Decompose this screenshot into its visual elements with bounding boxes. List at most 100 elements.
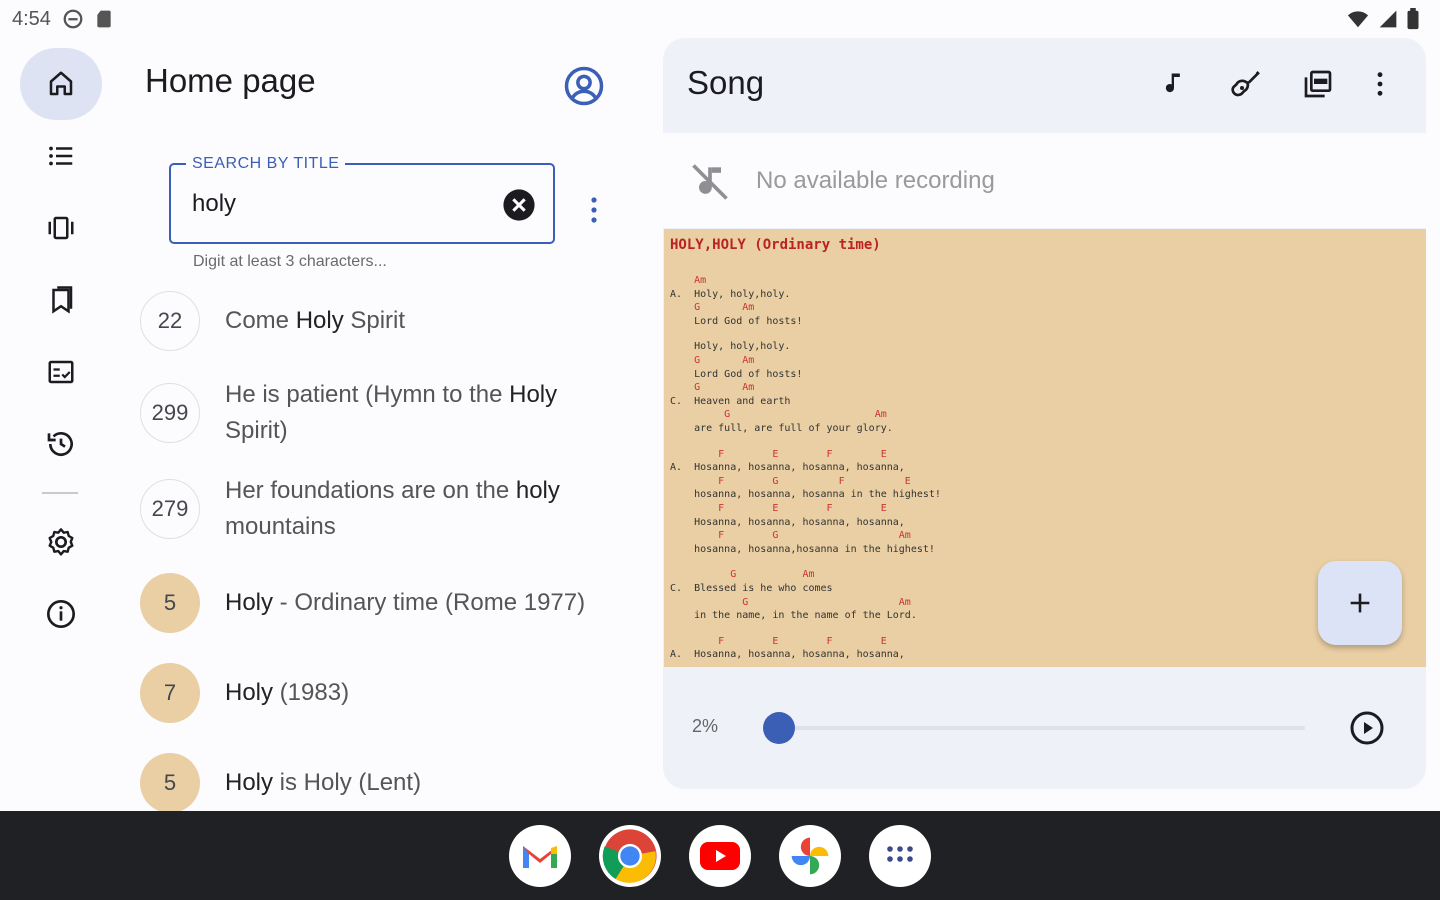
sheet-title: HOLY,HOLY (Ordinary time): [670, 237, 881, 253]
song-more-button[interactable]: [1358, 62, 1402, 106]
photos-app-icon[interactable]: [779, 825, 841, 887]
cell-signal-icon: [1379, 10, 1397, 28]
sheet-lyric-line: A. Hosanna, hosanna, hosanna, hosanna,: [670, 649, 905, 661]
sheet-lyric-line: are full, are full of your glory.: [670, 423, 893, 434]
search-label: SEARCH BY TITLE: [186, 155, 346, 173]
sheet-chord-line: F G Am: [670, 530, 911, 542]
sheet-chord-line: G Am: [670, 569, 815, 581]
bookmarks-icon: [52, 286, 73, 314]
song-number: 5: [140, 573, 200, 633]
sheet-chord-line: G Am: [670, 355, 755, 366]
account-icon: [564, 66, 604, 106]
status-icons-right: [1346, 8, 1420, 30]
scroll-speed-label: 2%: [692, 716, 719, 736]
guitar-button[interactable]: [1224, 62, 1268, 106]
sheet-chord-line: F G F E: [670, 475, 911, 487]
sheet-lyric-line: C. Heaven and earth: [670, 395, 791, 407]
sheet-lyric-line: hosanna, hosanna, hosanna in the highest…: [670, 489, 941, 501]
song-title: He is patient (Hymn to the Holy Spirit): [225, 381, 558, 444]
song-number: 299: [140, 383, 200, 443]
sheet-lyric-line: hosanna, hosanna,hosanna in the highest!: [670, 543, 935, 555]
music-note-button[interactable]: [1152, 62, 1196, 106]
clear-search-button[interactable]: [500, 186, 538, 224]
sheet-chord-line: G Am: [670, 596, 911, 608]
chrome-app-icon[interactable]: [599, 825, 661, 887]
youtube-icon: [700, 842, 740, 870]
sheet-chord-line: G Am: [670, 382, 755, 394]
scroll-speed-slider[interactable]: [780, 726, 1305, 730]
page-title: Home page: [145, 62, 316, 99]
gmail-icon: [523, 846, 557, 868]
pdf-button[interactable]: [1296, 62, 1340, 106]
guitar-icon: [1231, 71, 1260, 97]
sheet-chord-line: F E F E: [670, 503, 887, 514]
song-number: 279: [140, 479, 200, 539]
apps-grid-icon: [887, 846, 913, 862]
sheet-lyric-line: in the name, in the name of the Lord.: [670, 610, 917, 622]
rail-divider: [42, 492, 78, 494]
nav-carousel[interactable]: [20, 200, 102, 256]
nav-bookmarks[interactable]: [20, 272, 102, 328]
gmail-app-icon[interactable]: [509, 825, 571, 887]
list-icon: [49, 146, 73, 166]
account-button[interactable]: [560, 62, 608, 110]
nav-history[interactable]: [20, 416, 102, 472]
song-sheet[interactable]: HOLY,HOLY (Ordinary time) Am A. Holy, hol…: [664, 229, 1426, 667]
wifi-icon: [1347, 11, 1369, 28]
app-launcher-icon[interactable]: [869, 825, 931, 887]
carousel-icon: [48, 216, 74, 240]
sheet-lyric-line: Lord God of hosts!: [670, 368, 803, 380]
nav-info[interactable]: [20, 586, 102, 642]
song-number: 22: [140, 291, 200, 351]
search-input[interactable]: [192, 186, 492, 222]
plus-icon: [1350, 593, 1370, 613]
pdf-icon: [1304, 70, 1332, 98]
more-vert-icon: [591, 197, 597, 223]
music-off-icon: [692, 164, 728, 200]
song-list-item[interactable]: 279 Her foundations are on the holy moun…: [140, 473, 640, 545]
sheet-lyric-line: C. Blessed is he who comes: [670, 583, 833, 594]
sheet-lyric-line: A. Holy, holy,holy.: [670, 288, 791, 300]
sd-card-icon: [97, 10, 111, 28]
sheet-chord-line: F E F E: [670, 448, 887, 460]
song-list-item[interactable]: 5 Holy is Holy (Lent): [140, 753, 640, 813]
nav-list[interactable]: [20, 128, 102, 184]
sheet-lyric-line: Holy, holy,holy.: [670, 341, 791, 353]
recording-status: No available recording: [756, 167, 995, 194]
sheet-lyric-line: A. Hosanna, hosanna, hosanna, hosanna,: [670, 462, 905, 474]
sheet-chord-line: F E F E: [670, 635, 887, 647]
youtube-app-icon[interactable]: [689, 825, 751, 887]
sheet-chord-line: G Am: [670, 302, 755, 314]
data-saver-icon: [63, 9, 83, 29]
add-button[interactable]: [1318, 561, 1402, 645]
song-header-title: Song: [687, 64, 765, 101]
history-icon: [47, 432, 73, 456]
song-list-item[interactable]: 7 Holy (1983): [140, 663, 640, 723]
slider-thumb[interactable]: [763, 712, 795, 744]
sheet-chord-line: Am: [670, 275, 707, 286]
song-title: Holy is Holy (Lent): [225, 769, 422, 796]
photos-icon: [791, 837, 829, 875]
home-icon: [49, 71, 73, 96]
play-circle-icon: [1350, 711, 1384, 745]
more-vert-icon: [1377, 72, 1383, 96]
nav-home[interactable]: [20, 48, 102, 120]
gear-icon: [48, 528, 74, 556]
sheet-lyric-line: Lord God of hosts!: [670, 315, 803, 327]
song-title: Holy (1983): [225, 679, 350, 706]
song-list-item[interactable]: 5 Holy - Ordinary time (Rome 1977): [140, 573, 640, 633]
song-title: Come Holy Spirit: [225, 307, 406, 334]
sheet-chord-line: G Am: [670, 409, 887, 421]
search-options-button[interactable]: [582, 190, 606, 230]
autoscroll-play-button[interactable]: [1345, 706, 1389, 750]
song-number: 7: [140, 663, 200, 723]
song-list-item[interactable]: 22 Come Holy Spirit: [140, 291, 640, 351]
nav-checklist[interactable]: [20, 344, 102, 400]
checklist-icon: [48, 360, 74, 384]
search-helper-text: Digit at least 3 characters...: [193, 253, 387, 270]
nav-settings[interactable]: [20, 514, 102, 570]
song-list-item[interactable]: 299 He is patient (Hymn to the Holy Spir…: [140, 377, 640, 449]
song-title: Holy - Ordinary time (Rome 1977): [225, 589, 586, 616]
chrome-icon: [602, 829, 657, 883]
battery-icon: [1407, 8, 1419, 30]
